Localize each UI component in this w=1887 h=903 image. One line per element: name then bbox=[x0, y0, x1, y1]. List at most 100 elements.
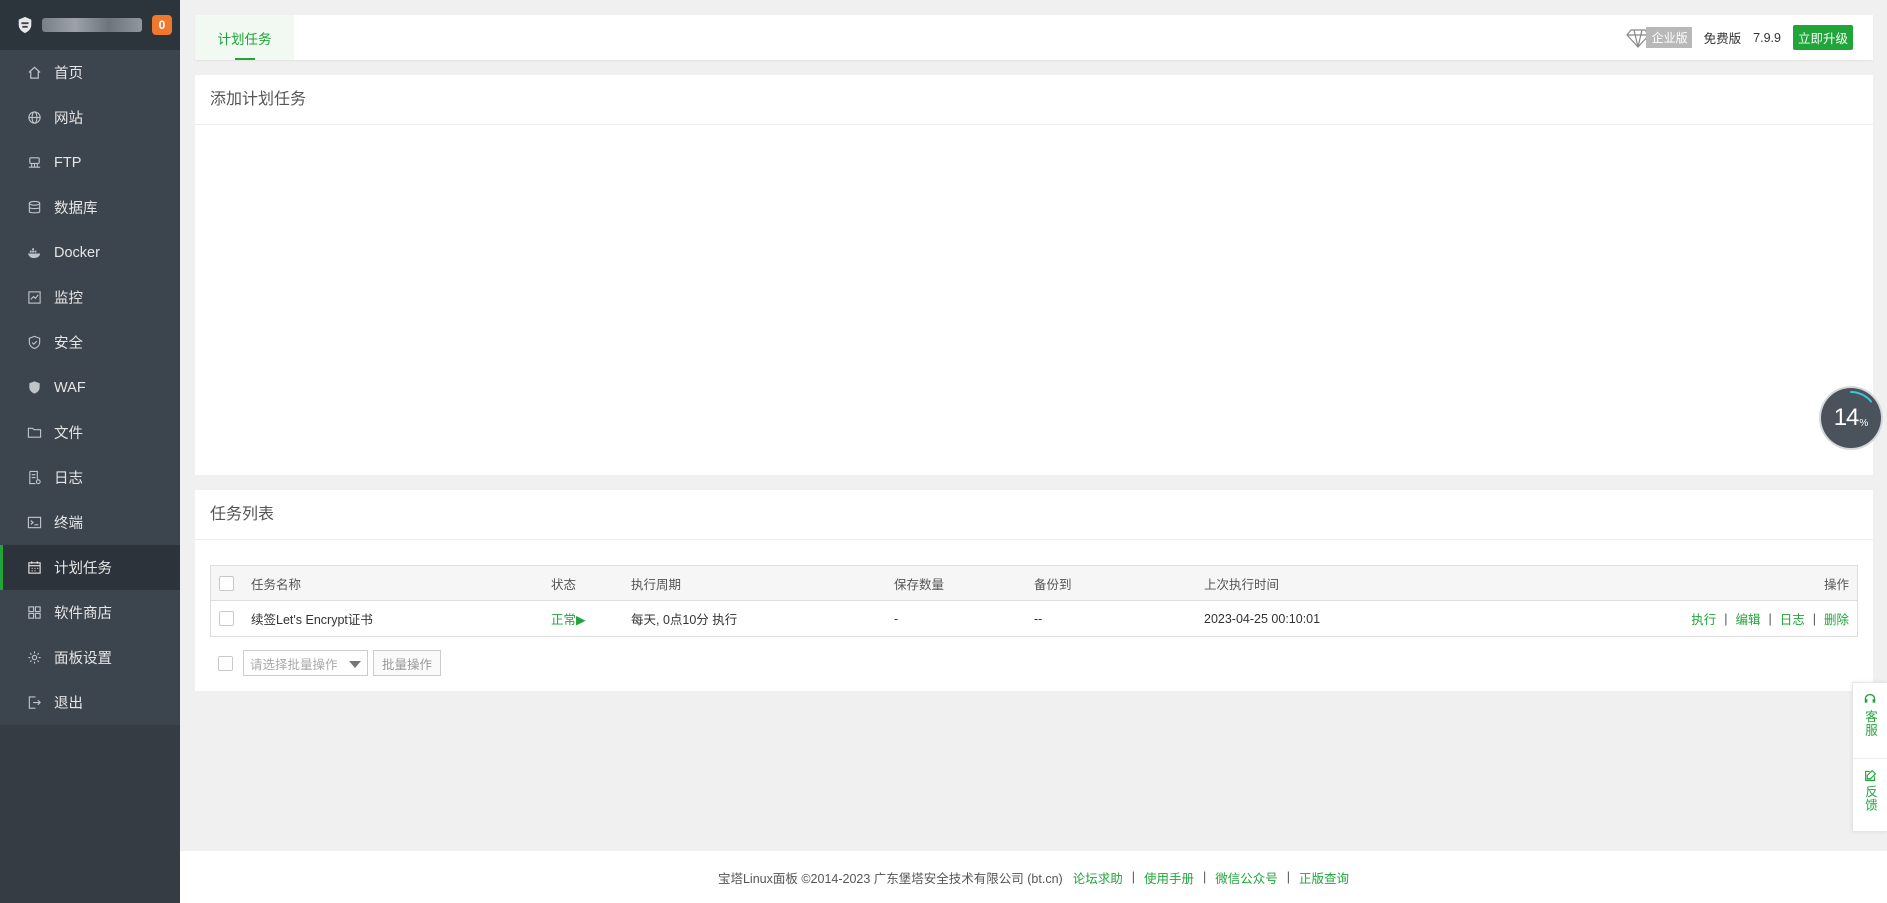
upgrade-button[interactable]: 立即升级 bbox=[1792, 25, 1853, 50]
batch-select[interactable]: 请选择批量操作 bbox=[243, 650, 368, 676]
sidebar-item-docker[interactable]: Docker bbox=[0, 230, 180, 275]
batch-bar: 请选择批量操作 批量操作 bbox=[210, 650, 442, 676]
side-float-panel: 客服 反馈 bbox=[1852, 682, 1887, 832]
row-checkbox[interactable] bbox=[219, 611, 234, 626]
batch-checkbox[interactable] bbox=[218, 655, 233, 671]
task-last-run: 2023-04-25 00:10:01 bbox=[1204, 611, 1321, 626]
headset-icon bbox=[1864, 693, 1876, 703]
sidebar-menu: 首页 网站 FTP 数据库 Docker 监控 安全 WAF 文件 日志 终端 … bbox=[0, 50, 180, 725]
database-icon bbox=[27, 200, 42, 215]
docker-icon bbox=[27, 245, 42, 260]
home-icon bbox=[27, 65, 42, 80]
calendar-icon bbox=[27, 560, 42, 575]
sidebar-item-label: 终端 bbox=[54, 516, 83, 532]
progress-unit: % bbox=[1859, 417, 1869, 429]
task-status[interactable]: 正常▶ bbox=[551, 601, 586, 636]
log-link[interactable]: 日志 bbox=[1780, 609, 1805, 628]
sidebar-item-database[interactable]: 数据库 bbox=[0, 185, 180, 230]
sidebar-item-logs[interactable]: 日志 bbox=[0, 455, 180, 500]
col-last-run: 上次执行时间 bbox=[1204, 578, 1280, 592]
task-ops: 执行 | 编辑 | 日志 | 删除 bbox=[1691, 601, 1849, 636]
sidebar-item-waf[interactable]: WAF bbox=[0, 365, 180, 410]
top-right-info: 企业版 免费版 7.9.9 立即升级 bbox=[1625, 15, 1853, 60]
notification-badge[interactable]: 0 bbox=[152, 15, 172, 35]
tab-cron[interactable]: 计划任务 bbox=[195, 15, 294, 60]
enterprise-badge[interactable]: 企业版 bbox=[1625, 27, 1692, 48]
task-period: 每天, 0点10分 执行 bbox=[631, 613, 738, 627]
sidebar-item-label: WAF bbox=[54, 379, 86, 396]
add-task-panel: 添加计划任务 bbox=[195, 75, 1873, 475]
terminal-icon bbox=[27, 515, 42, 530]
gear-icon bbox=[27, 650, 42, 665]
add-task-title: 添加计划任务 bbox=[195, 75, 1873, 125]
edit-link[interactable]: 编辑 bbox=[1735, 609, 1760, 628]
sidebar-item-label: FTP bbox=[54, 154, 82, 171]
sidebar-item-store[interactable]: 软件商店 bbox=[0, 590, 180, 635]
sidebar-item-security[interactable]: 安全 bbox=[0, 320, 180, 365]
col-keep: 保存数量 bbox=[894, 578, 945, 592]
version-label: 7.9.9 bbox=[1753, 30, 1781, 45]
sidebar-item-logout[interactable]: 退出 bbox=[0, 680, 180, 725]
sidebar-item-ftp[interactable]: FTP bbox=[0, 140, 180, 185]
task-table: 任务名称 状态 执行周期 保存数量 备份到 上次执行时间 操作 续签Let's … bbox=[210, 565, 1858, 637]
edition-label: 免费版 bbox=[1703, 32, 1742, 46]
shield-check-icon bbox=[27, 335, 42, 350]
sidebar-item-label: 软件商店 bbox=[54, 606, 112, 622]
sidebar-item-label: 日志 bbox=[54, 471, 83, 487]
sidebar-item-label: 首页 bbox=[54, 66, 83, 82]
sidebar-item-label: 数据库 bbox=[54, 201, 98, 217]
col-status: 状态 bbox=[551, 578, 577, 592]
sidebar-item-terminal[interactable]: 终端 bbox=[0, 500, 180, 545]
license-check-link[interactable]: 正版查询 bbox=[1299, 868, 1349, 887]
select-all-checkbox[interactable] bbox=[219, 576, 234, 591]
sidebar-item-label: 面板设置 bbox=[54, 651, 112, 667]
sidebar-item-label: 网站 bbox=[54, 111, 83, 127]
sidebar-item-cron[interactable]: 计划任务 bbox=[0, 545, 180, 590]
batch-button[interactable]: 批量操作 bbox=[373, 650, 442, 676]
batch-placeholder: 请选择批量操作 bbox=[250, 657, 338, 672]
apps-grid-icon bbox=[27, 605, 42, 620]
table-header: 任务名称 状态 执行周期 保存数量 备份到 上次执行时间 操作 bbox=[211, 566, 1857, 601]
delete-link[interactable]: 删除 bbox=[1824, 609, 1849, 628]
top-bar: 计划任务 企业版 免费版 7.9.9 立即升级 bbox=[195, 15, 1873, 60]
run-link[interactable]: 执行 bbox=[1691, 609, 1716, 628]
progress-ring[interactable]: 14% bbox=[1821, 388, 1881, 448]
sidebar-item-files[interactable]: 文件 bbox=[0, 410, 180, 455]
sidebar-item-label: 监控 bbox=[54, 291, 83, 307]
globe-icon bbox=[27, 110, 42, 125]
sidebar-item-monitor[interactable]: 监控 bbox=[0, 275, 180, 320]
col-backup: 备份到 bbox=[1034, 578, 1072, 592]
sidebar-item-label: 安全 bbox=[54, 336, 83, 352]
bt-logo-icon bbox=[18, 16, 32, 34]
sidebar-item-website[interactable]: 网站 bbox=[0, 95, 180, 140]
enterprise-label: 企业版 bbox=[1645, 27, 1692, 48]
sidebar-item-settings[interactable]: 面板设置 bbox=[0, 635, 180, 680]
copyright-text: 宝塔Linux面板 ©2014-2023 广东堡塔安全技术有限公司 (bt.cn… bbox=[717, 871, 1063, 886]
waf-shield-icon bbox=[27, 380, 42, 395]
forum-link[interactable]: 论坛求助 bbox=[1073, 868, 1123, 887]
sidebar: 0 首页 网站 FTP 数据库 Docker 监控 安全 WAF 文件 日志 终… bbox=[0, 0, 180, 903]
footer: 宝塔Linux面板 ©2014-2023 广东堡塔安全技术有限公司 (bt.cn… bbox=[180, 851, 1887, 903]
hostname-redacted bbox=[42, 18, 142, 32]
chevron-down-icon bbox=[349, 661, 361, 668]
sidebar-footer-area bbox=[0, 725, 180, 903]
sidebar-header: 0 bbox=[0, 0, 180, 50]
logout-icon bbox=[27, 695, 42, 710]
ftp-icon bbox=[27, 155, 42, 170]
sidebar-item-label: 退出 bbox=[54, 696, 83, 712]
customer-service-button[interactable]: 客服 bbox=[1853, 683, 1887, 758]
sidebar-item-home[interactable]: 首页 bbox=[0, 50, 180, 95]
manual-link[interactable]: 使用手册 bbox=[1144, 868, 1194, 887]
feedback-label: 反馈 bbox=[1863, 785, 1877, 812]
task-keep: - bbox=[894, 611, 899, 626]
col-name: 任务名称 bbox=[251, 578, 302, 592]
task-list-title: 任务列表 bbox=[195, 490, 1873, 540]
feedback-button[interactable]: 反馈 bbox=[1853, 758, 1887, 833]
task-list-panel: 任务列表 任务名称 状态 执行周期 保存数量 备份到 上次执行时间 操作 续签L… bbox=[195, 490, 1873, 691]
progress-value: 14 bbox=[1833, 404, 1860, 431]
service-label: 客服 bbox=[1863, 710, 1877, 737]
edit-icon bbox=[1864, 769, 1876, 781]
sidebar-item-label: 计划任务 bbox=[54, 561, 112, 577]
wechat-link[interactable]: 微信公众号 bbox=[1215, 868, 1278, 887]
col-ops: 操作 bbox=[1823, 578, 1849, 592]
